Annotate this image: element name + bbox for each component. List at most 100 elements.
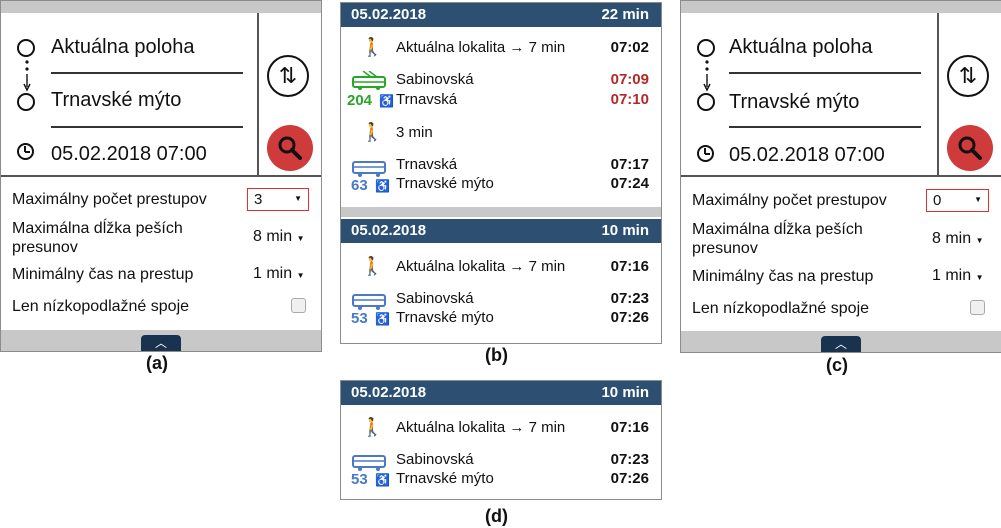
walk-text: 3 min — [396, 124, 433, 141]
max-walk-select[interactable]: 8 min ▼ — [253, 228, 305, 246]
dropdown-caret-icon: ▼ — [975, 273, 984, 282]
collapse-options-button[interactable]: ︿ — [821, 336, 861, 352]
departure-time: 07:23 — [610, 451, 649, 468]
result-duration: 22 min — [601, 6, 649, 23]
action-column: ⇅ — [259, 13, 321, 177]
min-transfer-label: Minimálny čas na prestup — [12, 266, 194, 283]
magnifier-icon — [278, 136, 302, 160]
min-transfer-value: 1 min — [253, 265, 293, 282]
walk-icon: 🚶 — [361, 417, 384, 437]
clock-icon — [697, 145, 714, 162]
departure-time: 07:23 — [610, 290, 649, 307]
arrival-time: 07:26 — [610, 309, 649, 326]
walk-text: Aktuálna lokalita → 7 min — [396, 258, 566, 275]
origin-field[interactable]: Aktuálna poloha — [51, 36, 194, 59]
action-column: ⇅ — [939, 13, 1001, 177]
dropdown-caret-icon: ▼ — [975, 236, 984, 245]
connector-arrow-icon — [703, 60, 711, 92]
magnifier-icon — [958, 136, 982, 160]
max-transfers-value: 0 — [933, 192, 942, 209]
walk-icon: 🚶 — [361, 256, 384, 276]
arrival-time: 07:10 — [610, 91, 649, 108]
arrival-stop: Trnavské mýto — [396, 309, 494, 326]
search-panel-c: Aktuálna poloha Trnavské mýto 05.02.2018… — [680, 0, 1001, 353]
destination-underline — [51, 126, 243, 128]
origin-circle-icon — [697, 39, 715, 57]
result-header[interactable]: 05.02.2018 22 min — [341, 3, 661, 27]
max-walk-select[interactable]: 8 min ▼ — [932, 230, 984, 248]
departure-stop: Sabinovská — [396, 71, 474, 88]
wheelchair-icon: ♿ — [379, 94, 394, 108]
trolleybus-icon — [352, 71, 386, 90]
arrival-stop: Trnavská — [396, 91, 458, 108]
search-button[interactable] — [947, 125, 993, 171]
max-walk-label: Maximálna dĺžka peších presunov — [692, 221, 863, 257]
destination-underline — [729, 126, 921, 128]
top-bar — [681, 1, 1001, 13]
walk-icon: 🚶 — [361, 37, 384, 57]
collapse-options-button[interactable]: ︿ — [141, 335, 181, 351]
top-bar — [1, 1, 321, 13]
caption-a: (a) — [146, 353, 168, 373]
swap-button[interactable]: ⇅ — [947, 55, 989, 97]
max-walk-value: 8 min — [253, 228, 293, 245]
arrival-stop: Trnavské mýto — [396, 175, 494, 192]
swap-button[interactable]: ⇅ — [267, 55, 309, 97]
departure-stop: Sabinovská — [396, 451, 474, 468]
departure-time: 07:17 — [610, 156, 649, 173]
low-floor-label: Len nízkopodlažné spoje — [692, 300, 870, 317]
result-date: 05.02.2018 — [351, 222, 427, 239]
result-header[interactable]: 05.02.2018 10 min — [341, 381, 661, 405]
max-transfers-select[interactable]: 3 ▼ — [247, 188, 309, 211]
max-walk-label: Maximálna dĺžka peších presunov — [12, 220, 183, 256]
search-panel-a: Aktuálna poloha Trnavské mýto 05.02.2018… — [0, 0, 322, 352]
walk-time: 07:02 — [610, 39, 649, 56]
max-transfers-label: Maximálny počet prestupov — [692, 192, 887, 209]
origin-circle-icon — [17, 39, 35, 57]
low-floor-checkbox[interactable] — [291, 298, 306, 313]
line-number: 204 — [347, 92, 373, 109]
bus-icon — [352, 161, 386, 177]
results-panel-b: 05.02.2018 22 min 🚶 Aktuálna lokalita → … — [340, 2, 662, 344]
result-separator — [341, 207, 661, 217]
min-transfer-value: 1 min — [932, 267, 972, 284]
destination-field[interactable]: Trnavské mýto — [51, 89, 181, 112]
walk-time: 07:16 — [610, 419, 649, 436]
arrival-time: 07:26 — [610, 470, 649, 487]
walk-text: Aktuálna lokalita → 7 min — [396, 39, 566, 56]
result-header[interactable]: 05.02.2018 10 min — [341, 219, 661, 243]
low-floor-label: Len nízkopodlažné spoje — [12, 298, 190, 315]
route-form: Aktuálna poloha Trnavské mýto 05.02.2018… — [681, 13, 939, 177]
search-button[interactable] — [267, 125, 313, 171]
origin-underline — [729, 72, 921, 74]
datetime-field[interactable]: 05.02.2018 07:00 — [729, 144, 885, 167]
origin-field[interactable]: Aktuálna poloha — [729, 36, 872, 59]
result-date: 05.02.2018 — [351, 6, 427, 23]
arrival-stop: Trnavské mýto — [396, 470, 494, 487]
departure-stop: Sabinovská — [396, 290, 474, 307]
wheelchair-icon: ♿ — [375, 179, 390, 193]
result-duration: 10 min — [601, 384, 649, 401]
result-duration: 10 min — [601, 222, 649, 239]
datetime-field[interactable]: 05.02.2018 07:00 — [51, 143, 207, 166]
results-panel-d: 05.02.2018 10 min 🚶 Aktuálna lokalita → … — [340, 380, 662, 500]
dropdown-caret-icon: ▼ — [296, 271, 305, 280]
walk-time: 07:16 — [610, 258, 649, 275]
destination-field[interactable]: Trnavské mýto — [729, 91, 859, 114]
min-transfer-select[interactable]: 1 min ▼ — [253, 265, 305, 283]
result-date: 05.02.2018 — [351, 384, 427, 401]
low-floor-checkbox[interactable] — [970, 300, 985, 315]
max-transfers-value: 3 — [254, 191, 263, 208]
line-number: 63 — [351, 177, 368, 194]
destination-circle-icon — [697, 93, 715, 111]
departure-stop: Trnavská — [396, 156, 458, 173]
destination-circle-icon — [17, 93, 35, 111]
connector-arrow-icon — [23, 60, 31, 92]
wheelchair-icon: ♿ — [375, 473, 390, 487]
min-transfer-select[interactable]: 1 min ▼ — [932, 267, 984, 285]
min-transfer-label: Minimálny čas na prestup — [692, 268, 874, 285]
dropdown-caret-icon: ▼ — [296, 234, 305, 243]
arrival-time: 07:24 — [610, 175, 649, 192]
origin-underline — [51, 72, 243, 74]
max-transfers-select[interactable]: 0 ▼ — [926, 189, 989, 212]
